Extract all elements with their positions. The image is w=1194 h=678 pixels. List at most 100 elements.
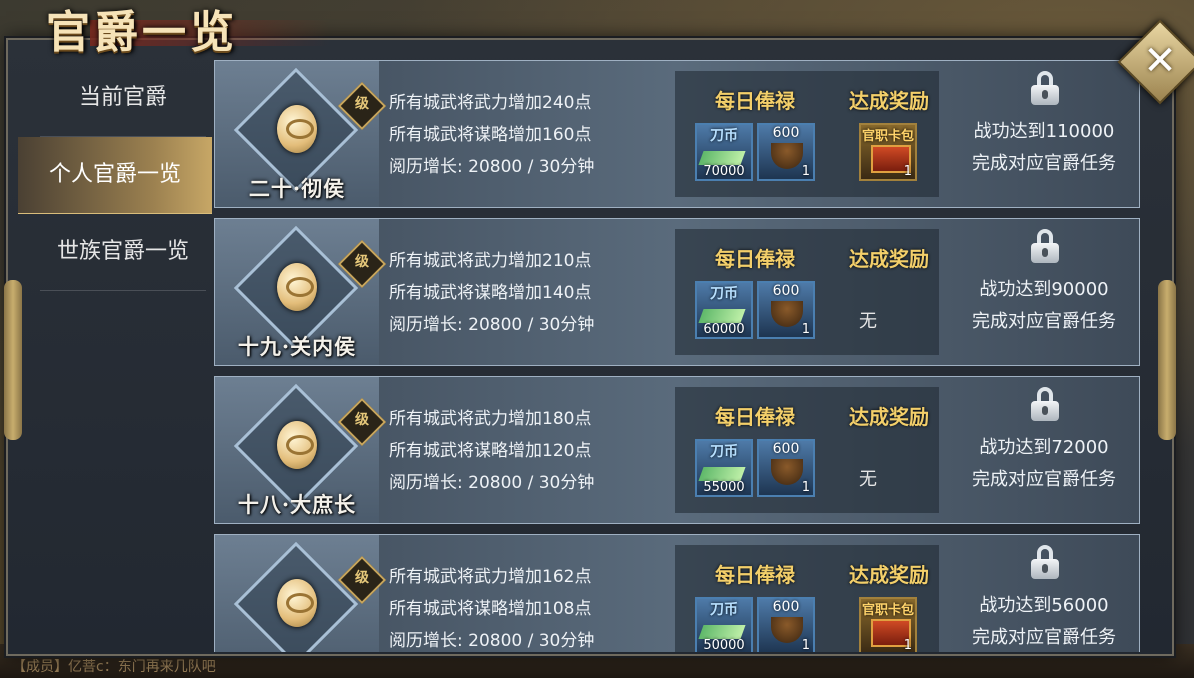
card-pack-item[interactable]: 官职卡包 1 [859,123,917,181]
daily-salary-heading: 每日俸禄 [715,563,795,587]
coin-label: 刀币 [710,128,738,144]
panel-title-banner: 官爵一览 [30,0,330,58]
pot-count: 1 [801,322,810,337]
requirement-task: 完成对应官爵任务 [972,311,1116,332]
requirement-task: 完成对应官爵任务 [972,153,1116,174]
card-pack-label: 官职卡包 [861,603,914,618]
stat-experience: 阅历增长: 20800 / 30分钟 [389,315,595,335]
sidebar-item-clan-ranks[interactable]: 世族官爵一览 [40,214,206,291]
stat-force: 所有城武将武力增加180点 [389,409,592,429]
card-pack-item[interactable]: 官职卡包 1 [859,597,917,652]
stat-force: 所有城武将武力增加210点 [389,251,592,271]
pot-value: 600 [772,441,800,457]
page-title: 官爵一览 [46,7,238,58]
pot-count: 1 [801,480,810,495]
banknote-icon [698,309,746,323]
pot-item[interactable]: 600 1 [757,281,815,339]
rank-list[interactable]: 二十·彻侯 级 所有城武将武力增加240点 所有城武将谋略增加160点 阅历增长… [214,60,1142,652]
coin-label: 刀币 [710,444,738,460]
pot-count: 1 [801,638,810,652]
stat-strategy: 所有城武将谋略增加108点 [389,599,592,619]
rank-overview-panel: 当前官爵 个人官爵一览 世族官爵一览 二十·彻侯 级 所有城武将武力增加240点… [4,38,1176,656]
coin-amount: 55000 [703,480,745,495]
stat-experience: 阅历增长: 20800 / 30分钟 [389,473,595,493]
banknote-icon [698,467,746,481]
rank-row: 级 所有城武将武力增加162点 所有城武将谋略增加108点 阅历增长: 2080… [214,534,1140,652]
pot-value: 600 [772,125,800,141]
rank-emblem: 十九·关内侯 [215,219,379,365]
jade-ring-icon [277,105,317,153]
rank-stats: 所有城武将武力增加240点 所有城武将谋略增加160点 阅历增长: 20800 … [389,87,594,183]
requirement: 战功达到90000 完成对应官爵任务 [949,219,1139,365]
jade-ring-icon [277,421,317,469]
pot-value: 600 [772,599,800,615]
reward-box: 每日俸禄 达成奖励 刀币 55000 600 1 无 [675,387,939,513]
reward-box: 每日俸禄 达成奖励 刀币 60000 600 1 无 [675,229,939,355]
achieve-reward-heading: 达成奖励 [849,563,929,587]
lock-icon [1031,229,1059,263]
stat-strategy: 所有城武将谋略增加140点 [389,283,592,303]
jade-ring-icon [277,579,317,627]
card-pack-label: 官职卡包 [861,129,914,144]
stat-force: 所有城武将武力增加240点 [389,93,592,113]
pot-item[interactable]: 600 1 [757,123,815,181]
coin-amount: 50000 [703,638,745,652]
chat-message[interactable]: 【成员】亿菩c：东门再来几队吧 [12,656,216,676]
coin-label: 刀币 [710,602,738,618]
sidebar-item-current-rank[interactable]: 当前官爵 [40,60,206,137]
achieve-reward-heading: 达成奖励 [849,89,929,113]
coin-item[interactable]: 刀币 55000 [695,439,753,497]
lock-icon [1031,545,1059,579]
pot-count: 1 [801,164,810,179]
requirement: 战功达到110000 完成对应官爵任务 [949,61,1139,207]
sidebar-item-personal-ranks[interactable]: 个人官爵一览 [18,137,212,214]
banknote-icon [698,625,746,639]
banknote-icon [698,151,746,165]
achieve-reward-heading: 达成奖励 [849,247,929,271]
rank-stats: 所有城武将武力增加210点 所有城武将谋略增加140点 阅历增长: 20800 … [389,245,594,341]
requirement-merit: 战功达到90000 [979,279,1109,300]
right-edge-ornament [1158,280,1176,440]
coin-item[interactable]: 刀币 50000 [695,597,753,652]
pot-item[interactable]: 600 1 [757,439,815,497]
sidebar: 当前官爵 个人官爵一览 世族官爵一览 [18,60,212,291]
coin-amount: 60000 [703,322,745,337]
reward-box: 每日俸禄 达成奖励 刀币 70000 600 1 官职卡包 1 [675,71,939,197]
lock-icon [1031,71,1059,105]
card-pack-count: 1 [903,638,912,652]
requirement: 战功达到72000 完成对应官爵任务 [949,377,1139,523]
daily-salary-heading: 每日俸禄 [715,89,795,113]
coin-item[interactable]: 刀币 60000 [695,281,753,339]
requirement-merit: 战功达到56000 [979,595,1109,616]
rank-row: 二十·彻侯 级 所有城武将武力增加240点 所有城武将谋略增加160点 阅历增长… [214,60,1140,208]
rank-stats: 所有城武将武力增加180点 所有城武将谋略增加120点 阅历增长: 20800 … [389,403,594,499]
requirement: 战功达到56000 完成对应官爵任务 [949,535,1139,652]
requirement-task: 完成对应官爵任务 [972,469,1116,490]
coin-amount: 70000 [703,164,745,179]
stat-strategy: 所有城武将谋略增加160点 [389,125,592,145]
lock-icon [1031,387,1059,421]
rank-name: 十九·关内侯 [237,334,357,359]
coin-item[interactable]: 刀币 70000 [695,123,753,181]
requirement-merit: 战功达到72000 [979,437,1109,458]
achieve-reward-heading: 达成奖励 [849,405,929,429]
left-edge-ornament [4,280,22,440]
rank-row: 十八·大庶长 级 所有城武将武力增加180点 所有城武将谋略增加120点 阅历增… [214,376,1140,524]
pot-value: 600 [772,283,800,299]
stat-experience: 阅历增长: 20800 / 30分钟 [389,631,595,651]
pot-item[interactable]: 600 1 [757,597,815,652]
coin-label: 刀币 [710,286,738,302]
rank-name: 十八·大庶长 [237,492,357,517]
card-pack-count: 1 [903,164,912,179]
rank-row: 十九·关内侯 级 所有城武将武力增加210点 所有城武将谋略增加140点 阅历增… [214,218,1140,366]
stat-force: 所有城武将武力增加162点 [389,567,592,587]
daily-salary-heading: 每日俸禄 [715,247,795,271]
rank-emblem: 十八·大庶长 [215,377,379,523]
jade-ring-icon [277,263,317,311]
daily-salary-heading: 每日俸禄 [715,405,795,429]
stat-experience: 阅历增长: 20800 / 30分钟 [389,157,595,177]
no-reward-text: 无 [859,469,877,490]
stat-strategy: 所有城武将谋略增加120点 [389,441,592,461]
reward-box: 每日俸禄 达成奖励 刀币 50000 600 1 官职卡包 1 [675,545,939,652]
rank-name: 二十·彻侯 [248,176,346,201]
